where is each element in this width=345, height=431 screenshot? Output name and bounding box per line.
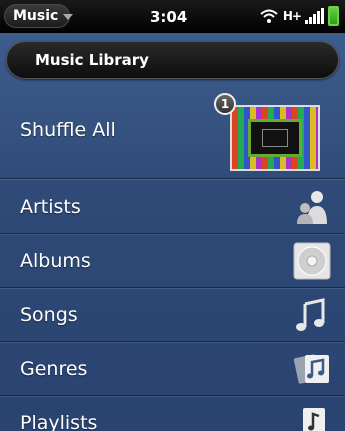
battery-icon [328,6,339,26]
menu-item-label: Albums [20,250,91,272]
menu-item-label: Songs [20,304,78,326]
wifi-icon [260,9,278,23]
app-menu-label: Music [13,8,59,24]
chevron-down-icon [63,14,74,20]
menu-item-label: Genres [20,358,88,380]
menu-item-artists[interactable]: Artists [0,180,345,234]
music-notes-icon [296,298,325,331]
status-icons[interactable]: H+ [259,5,339,27]
clock: 3:04 [150,8,188,26]
music-screen: Music Library Shuffle All 1 Artists Albu… [0,33,345,431]
page-title: Music Library [6,41,339,79]
status-bar: Music 3:04 H+ [0,0,345,33]
playlist-icon [303,408,325,431]
menu-item-songs[interactable]: Songs [0,288,345,342]
menu-item-genres[interactable]: Genres [0,342,345,396]
network-type: H+ [282,9,302,23]
album-disc-icon [293,242,331,280]
shuffle-all-row[interactable]: Shuffle All 1 [0,83,345,179]
app-menu-button[interactable]: Music [4,4,74,28]
menu-item-albums[interactable]: Albums [0,234,345,288]
album-art-thumbnail [230,105,320,171]
artist-icon [297,191,327,224]
menu-item-playlists[interactable]: Playlists [0,396,345,431]
signal-icon [305,8,324,24]
menu-item-label: Artists [20,196,81,218]
menu-item-label: Playlists [20,412,98,431]
shuffle-all-label: Shuffle All [20,119,116,141]
library-menu-list: Artists Albums Songs Genres Playlists [0,180,345,431]
genres-icon [293,354,329,384]
count-badge: 1 [214,93,236,115]
